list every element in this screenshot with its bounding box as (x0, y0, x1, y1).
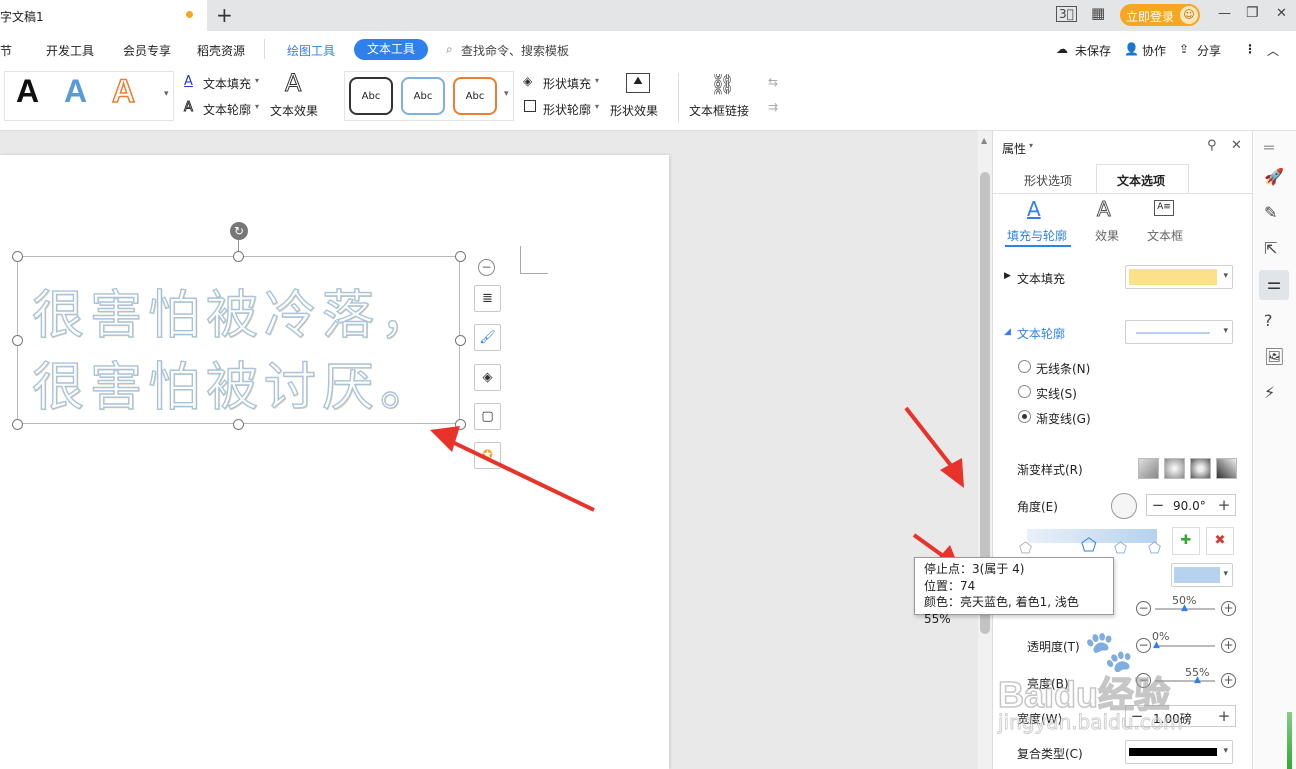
rocket-icon[interactable]: 🚀 (1264, 167, 1284, 186)
arrow-to-text-head (430, 426, 460, 452)
panel-title-arrow-icon[interactable]: ▾ (1029, 141, 1033, 150)
remove-stop-icon[interactable]: ✖ (1206, 527, 1234, 555)
angle-dial-icon[interactable] (1111, 493, 1137, 519)
angle-label: 角度(E) (1017, 500, 1058, 514)
rail-handle-icon: ═ (1264, 138, 1274, 157)
watermark-url: jingyan.baidu.com (998, 710, 1184, 735)
angle-plus-icon[interactable]: + (1213, 495, 1235, 517)
radio-gradient-line[interactable] (1018, 410, 1031, 423)
dropdown-arrow-icon: ▾ (1223, 569, 1228, 579)
dropdown-arrow-icon: ▾ (1223, 326, 1228, 336)
position-plus-icon[interactable]: + (1221, 601, 1236, 616)
subtab-effects[interactable]: 效果 (1095, 227, 1119, 244)
baidu-watermark: 🐾 Baidu经验 jingyan.baidu.com (997, 626, 1258, 766)
radio-solid-line[interactable] (1018, 385, 1031, 398)
text-outline-expand-icon[interactable]: ◢ (1004, 327, 1011, 337)
gradient-stop-1-icon[interactable]: ⬠ (1019, 539, 1032, 557)
fill-color-swatch (1129, 269, 1217, 285)
text-fill-dropdown[interactable]: ▾ (1125, 265, 1233, 289)
arrow-to-text (447, 438, 595, 512)
gradient-style-label: 渐变样式(R) (1017, 463, 1083, 477)
angle-minus-icon[interactable]: − (1147, 495, 1169, 517)
gradient-stop-4-icon[interactable]: ⬠ (1114, 539, 1127, 557)
subtab-textbox[interactable]: 文本框 (1147, 227, 1183, 244)
position-minus-icon[interactable]: − (1136, 601, 1151, 616)
tab-divider (993, 193, 1253, 194)
stop-color-swatch (1174, 567, 1220, 583)
radio-solid-line-label: 实线(S) (1036, 387, 1077, 401)
properties-sliders-icon[interactable]: ⚌ (1259, 270, 1289, 300)
text-outline-section[interactable]: 文本轮廓 (1017, 325, 1065, 342)
arrow-to-stop (912, 533, 948, 560)
text-outline-dropdown[interactable]: ▾ (1125, 320, 1233, 344)
rail-progress-indicator (1287, 712, 1292, 769)
image-icon[interactable]: 🖼 (1264, 347, 1284, 366)
fill-outline-icon[interactable]: A (1027, 197, 1041, 221)
outline-preview-line (1136, 332, 1210, 334)
radio-no-line[interactable] (1018, 360, 1031, 373)
tooltip-line-1: 停止点：3(属于 4) (924, 562, 1025, 576)
gradient-rect-icon[interactable] (1190, 458, 1211, 479)
tooltip-line-3: 颜色：亮天蓝色, 着色1, 浅色 55% (924, 595, 1079, 626)
position-pct: 50% (1172, 594, 1197, 607)
panel-close-icon[interactable]: ✕ (1231, 138, 1242, 153)
subtab-active-underline (1005, 245, 1071, 247)
help-icon[interactable]: ? (1264, 311, 1273, 330)
gradient-linear-icon[interactable] (1138, 458, 1159, 479)
stop-color-dropdown[interactable]: ▾ (1171, 563, 1233, 587)
pen-icon[interactable]: ✎ (1264, 203, 1277, 222)
arrow-to-scrollbar-head (940, 458, 964, 488)
cursor-icon[interactable]: ⇱ (1264, 239, 1277, 258)
lightning-icon[interactable]: ⚡ (1264, 383, 1275, 402)
scroll-up-icon[interactable]: ▲ (981, 136, 987, 145)
pin-icon[interactable]: ⚲ (1207, 138, 1217, 153)
tab-text-options[interactable]: 文本选项 (1117, 172, 1165, 189)
gradient-stop-3-icon[interactable]: ⬠ (1081, 535, 1097, 556)
textbox-tab-icon[interactable]: A≡ (1154, 200, 1174, 216)
gradient-stop-5-icon[interactable]: ⬠ (1148, 539, 1161, 557)
right-tool-rail (1252, 131, 1296, 769)
radio-gradient-line-label: 渐变线(G) (1036, 412, 1091, 426)
tab-shape-options[interactable]: 形状选项 (1024, 172, 1072, 189)
radio-no-line-label: 无线条(N) (1036, 362, 1091, 376)
arrow-to-scrollbar (904, 406, 958, 474)
gradient-path-icon[interactable] (1216, 458, 1237, 479)
text-fill-section[interactable]: 文本填充 (1017, 270, 1065, 287)
angle-stepper[interactable]: − 90.0° + (1146, 494, 1236, 516)
subtab-fill-outline[interactable]: 填充与轮廓 (1007, 227, 1067, 244)
dropdown-arrow-icon: ▾ (1223, 271, 1228, 281)
panel-title[interactable]: 属性 (1002, 140, 1026, 157)
text-fill-expand-icon[interactable]: ▶ (1004, 271, 1011, 281)
angle-value[interactable]: 90.0° (1173, 499, 1206, 513)
tooltip-line-2: 位置：74 (924, 578, 976, 593)
effects-tab-icon[interactable]: A (1097, 197, 1112, 222)
gradient-stop-tooltip: 停止点：3(属于 4) 位置：74 颜色：亮天蓝色, 着色1, 浅色 55% (914, 557, 1114, 626)
gradient-radial-icon[interactable] (1164, 458, 1185, 479)
add-stop-icon[interactable]: ✚ (1172, 527, 1200, 555)
